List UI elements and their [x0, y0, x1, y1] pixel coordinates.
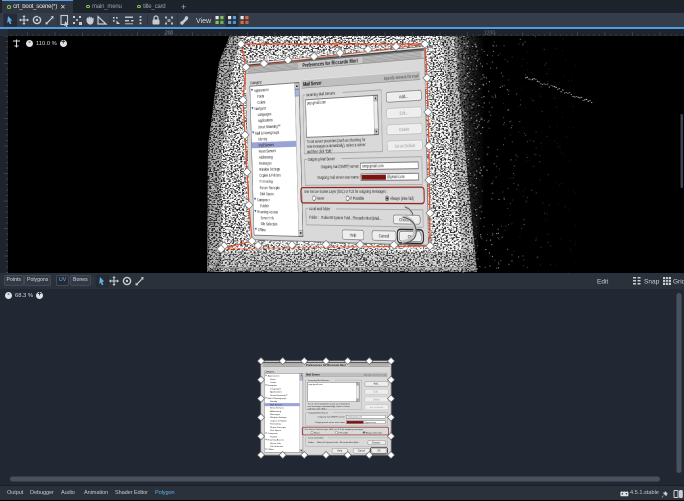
svg-text:Edit: Edit	[597, 279, 608, 286]
svg-text:View: View	[196, 18, 212, 25]
svg-text:Grid: Grid	[673, 279, 684, 286]
svg-text:Snap: Snap	[644, 279, 660, 286]
